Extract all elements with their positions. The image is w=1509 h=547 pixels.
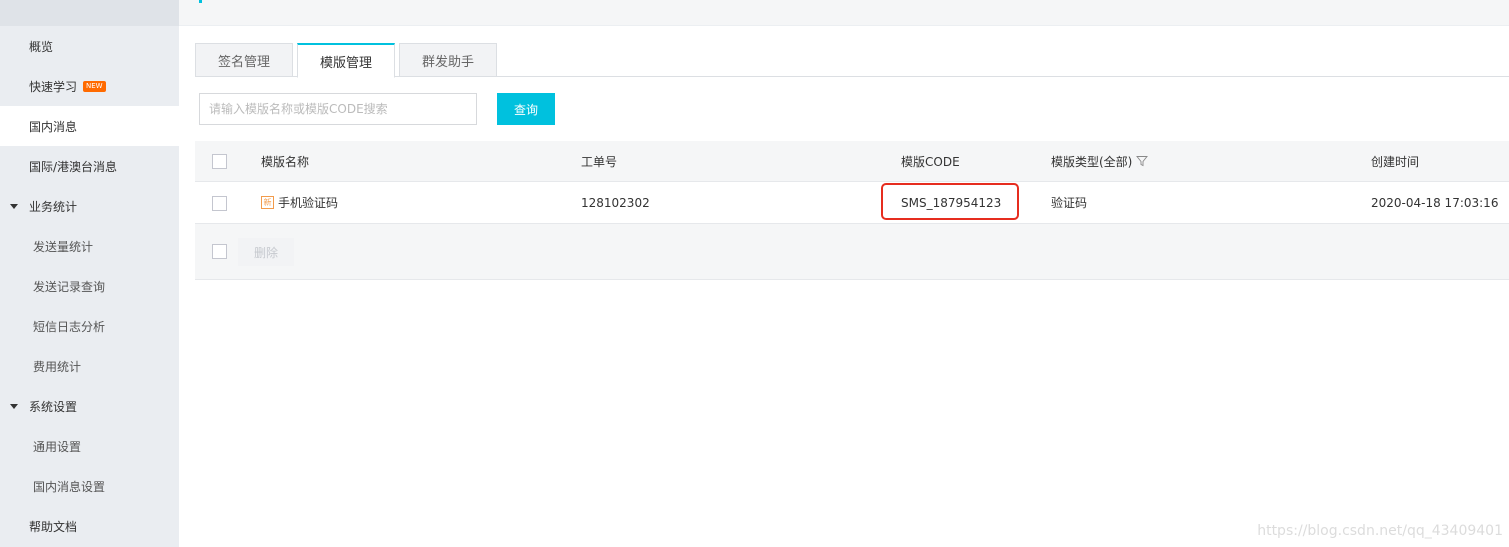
sidebar-item-label: 发送量统计: [33, 239, 94, 254]
header-created-time: 创建时间: [1371, 154, 1420, 169]
footer-select-all-checkbox[interactable]: [212, 244, 227, 259]
tab-label: 群发助手: [421, 54, 474, 70]
sidebar-item-send-volume-stats[interactable]: 发送量统计: [0, 226, 179, 266]
tab-bulk-send-assistant[interactable]: 群发助手: [399, 43, 497, 77]
tab-signature-management[interactable]: 签名管理: [195, 43, 293, 77]
sidebar-item-label: 快速学习: [29, 79, 78, 94]
table-footer: 删除: [195, 224, 1509, 280]
sidebar-item-cost-stats[interactable]: 费用统计: [0, 346, 179, 386]
new-badge: NEW: [83, 80, 106, 92]
search-button[interactable]: 查询: [497, 93, 555, 125]
sidebar-item-quick-learn[interactable]: 快速学习 NEW: [0, 66, 179, 106]
header-template-type[interactable]: 模版类型(全部): [1051, 141, 1149, 181]
header-template-name: 模版名称: [261, 154, 310, 169]
row-order-number: 128102302: [581, 195, 650, 210]
table-row: 新 手机验证码 128102302 SMS_187954123 验证码 2020…: [195, 182, 1509, 224]
code-highlight-box: [881, 183, 1019, 220]
tab-label: 签名管理: [217, 54, 270, 70]
sidebar-item-label: 系统设置: [29, 399, 78, 414]
sidebar-item-general-settings[interactable]: 通用设置: [0, 426, 179, 466]
watermark: https://blog.csdn.net/qq_43409401: [1257, 523, 1503, 539]
row-checkbox[interactable]: [212, 196, 227, 211]
template-name-text: 手机验证码: [278, 196, 339, 210]
sidebar-item-label: 短信日志分析: [33, 319, 106, 334]
select-all-checkbox[interactable]: [212, 154, 227, 169]
row-template-type: 验证码: [1051, 196, 1088, 210]
tab-label: 模版管理: [319, 55, 372, 71]
tab-template-management[interactable]: 模版管理: [297, 43, 395, 78]
row-template-name: 新 手机验证码: [261, 182, 338, 223]
header-template-type-label: 模版类型(全部): [1051, 154, 1133, 169]
sidebar-item-label: 国内消息: [29, 119, 78, 134]
sidebar-item-label: 费用统计: [33, 359, 82, 374]
sidebar-item-domestic-message-settings[interactable]: 国内消息设置: [0, 466, 179, 506]
sidebar-item-label: 业务统计: [29, 199, 78, 214]
sidebar-item-label: 国内消息设置: [33, 479, 106, 494]
sidebar-item-label: 发送记录查询: [33, 279, 106, 294]
sidebar-group-business-stats[interactable]: 业务统计: [0, 186, 179, 226]
sidebar-item-label: 帮助文档: [29, 519, 78, 534]
row-created-time: 2020-04-18 17:03:16: [1371, 195, 1499, 210]
top-header-bar: [179, 0, 1509, 26]
sidebar-item-domestic-messages[interactable]: 国内消息: [0, 106, 179, 146]
header-template-code: 模版CODE: [901, 154, 960, 169]
sidebar: 概览 快速学习 NEW 国内消息 国际/港澳台消息 业务统计 发送量统计 发送记…: [0, 0, 179, 547]
filter-icon[interactable]: [1136, 155, 1149, 167]
sidebar-group-system-settings[interactable]: 系统设置: [0, 386, 179, 426]
sidebar-top-strip: [0, 0, 179, 26]
sidebar-item-label: 国际/港澳台消息: [29, 159, 118, 174]
sidebar-item-label: 通用设置: [33, 439, 82, 454]
table-header: 模版名称 工单号 模版CODE 模版类型(全部) 创建时间: [195, 141, 1509, 182]
delete-button[interactable]: 删除: [238, 238, 294, 266]
sidebar-item-international-messages[interactable]: 国际/港澳台消息: [0, 146, 179, 186]
sidebar-item-sms-log-analysis[interactable]: 短信日志分析: [0, 306, 179, 346]
tab-bar: 签名管理 模版管理 群发助手: [195, 43, 1509, 78]
sidebar-item-help-docs[interactable]: 帮助文档: [0, 506, 179, 546]
template-table: 模版名称 工单号 模版CODE 模版类型(全部) 创建时间 新 手机验证码 12…: [195, 141, 1509, 280]
search-input[interactable]: [199, 93, 477, 125]
caret-down-icon: [10, 403, 18, 409]
new-template-tag-icon: 新: [261, 196, 274, 209]
sidebar-item-send-record-query[interactable]: 发送记录查询: [0, 266, 179, 306]
header-accent-mark: [199, 0, 202, 3]
sidebar-item-overview[interactable]: 概览: [0, 26, 179, 66]
caret-down-icon: [10, 203, 18, 209]
header-order-number: 工单号: [581, 154, 618, 169]
sidebar-item-label: 概览: [29, 39, 54, 54]
